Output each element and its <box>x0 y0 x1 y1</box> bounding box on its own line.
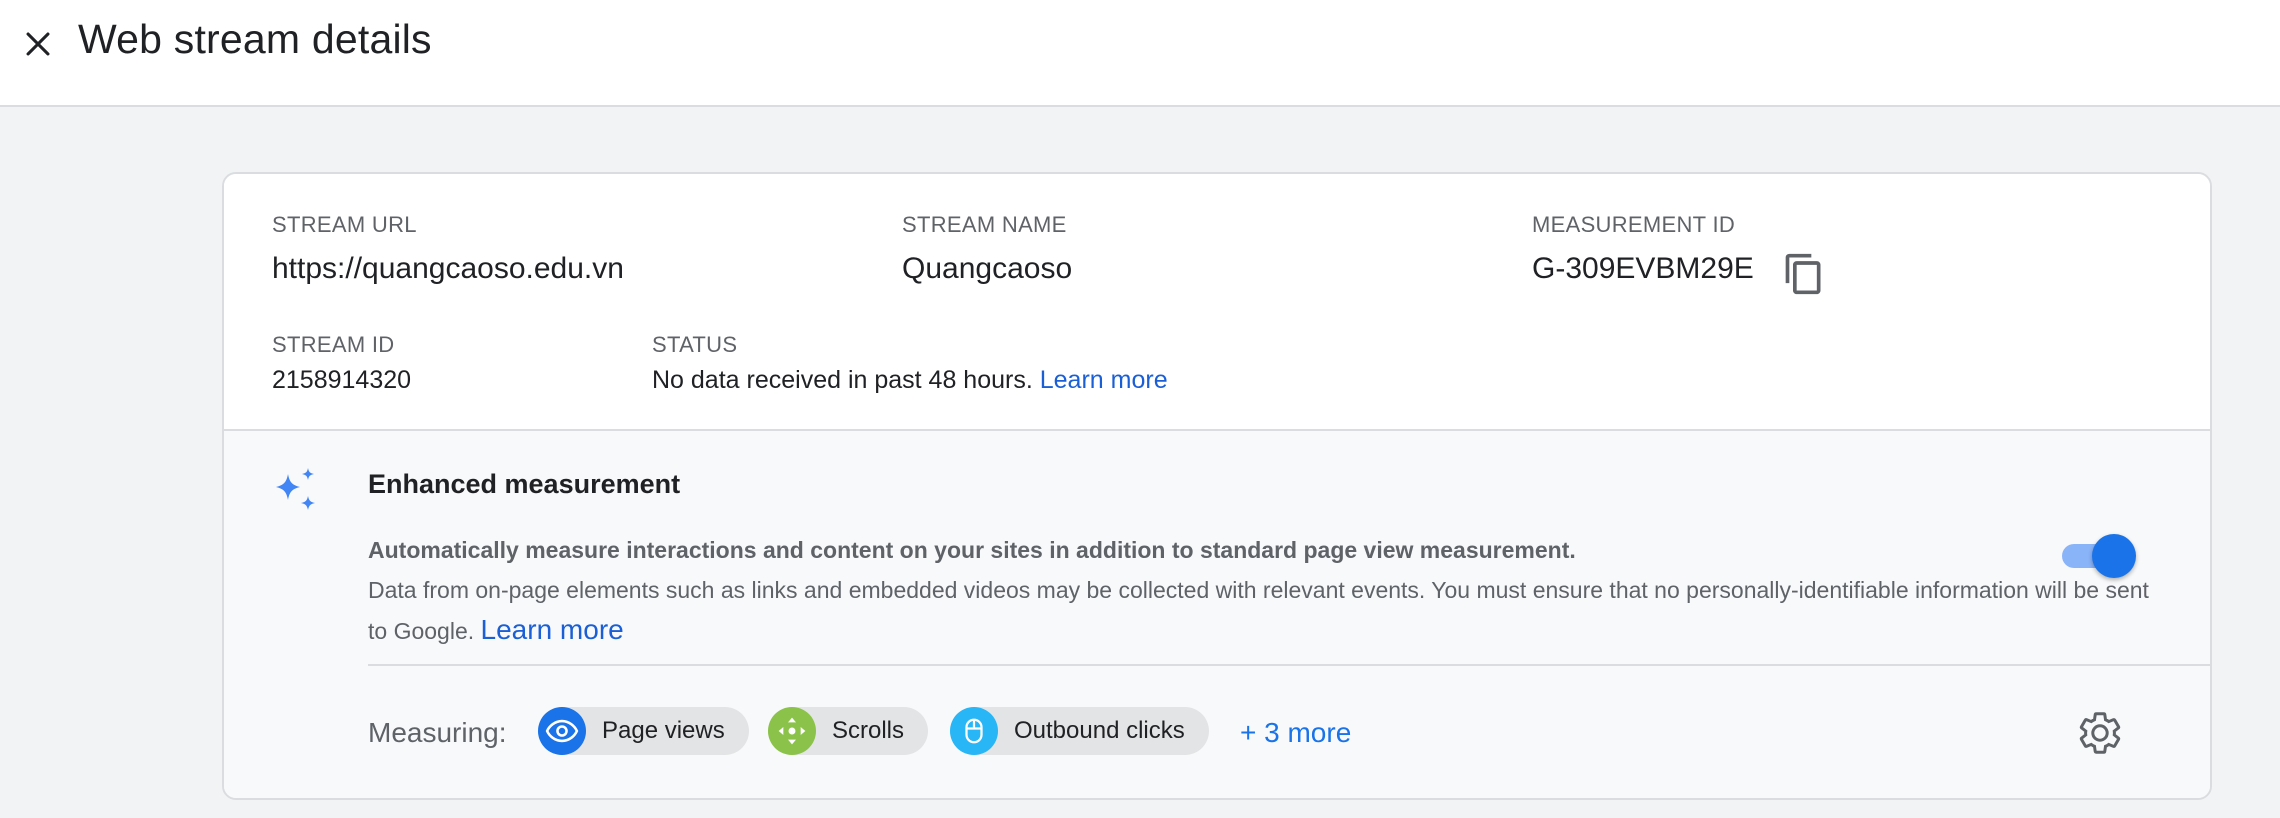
more-measurements-link[interactable]: + 3 more <box>1240 717 1351 749</box>
chip-outbound-clicks[interactable]: Outbound clicks <box>950 707 1209 755</box>
enhanced-description-bold: Automatically measure interactions and c… <box>368 537 1576 563</box>
stream-name-label: STREAM NAME <box>902 212 1067 237</box>
copy-icon[interactable] <box>1782 250 1826 298</box>
enhanced-learn-more-link[interactable]: Learn more <box>481 614 624 645</box>
chip-scrolls[interactable]: Scrolls <box>768 707 929 755</box>
enhanced-measurement-section: Enhanced measurement Automatically measu… <box>224 429 2210 798</box>
chip-label: Scrolls <box>832 717 905 744</box>
enhanced-measurement-title: Enhanced measurement <box>368 469 681 499</box>
close-button[interactable] <box>14 20 62 68</box>
stream-info-section: STREAM URL https://quangcaoso.edu.vn STR… <box>224 174 2210 429</box>
chip-label: Page views <box>602 717 725 744</box>
sparkle-icon <box>276 468 315 510</box>
enhanced-measurement-toggle[interactable] <box>2060 534 2136 578</box>
stream-name-value: Quangcaoso <box>902 252 1073 285</box>
top-bar: Web stream details <box>0 0 2280 107</box>
divider <box>368 664 2210 666</box>
status-value: No data received in past 48 hours. Learn… <box>652 366 1168 395</box>
stream-url-value: https://quangcaoso.edu.vn <box>272 252 624 285</box>
measuring-label: Measuring: <box>368 717 507 748</box>
stream-details-card: STREAM URL https://quangcaoso.edu.vn STR… <box>222 172 2212 800</box>
gear-icon[interactable] <box>2076 709 2124 757</box>
enhanced-description-text: Data from on-page elements such as links… <box>368 577 2149 644</box>
mouse-icon <box>950 707 998 755</box>
chip-label: Outbound clicks <box>1014 717 1185 744</box>
close-icon <box>26 32 50 56</box>
stream-url-label: STREAM URL <box>272 212 417 237</box>
status-learn-more-link[interactable]: Learn more <box>1040 366 1168 394</box>
status-label: STATUS <box>652 332 738 357</box>
status-text: No data received in past 48 hours. <box>652 366 1033 394</box>
stream-id-value: 2158914320 <box>272 366 412 394</box>
enhanced-description: Data from on-page elements such as links… <box>368 571 2168 651</box>
chip-page-views[interactable]: Page views <box>538 707 749 755</box>
scroll-icon <box>768 707 816 755</box>
page-title: Web stream details <box>78 16 432 62</box>
eye-icon <box>538 707 586 755</box>
toggle-knob <box>2092 534 2136 578</box>
measurement-id-value: G-309EVBM29E <box>1532 252 1754 285</box>
measurement-id-label: MEASUREMENT ID <box>1532 212 1736 237</box>
stream-id-label: STREAM ID <box>272 332 395 357</box>
